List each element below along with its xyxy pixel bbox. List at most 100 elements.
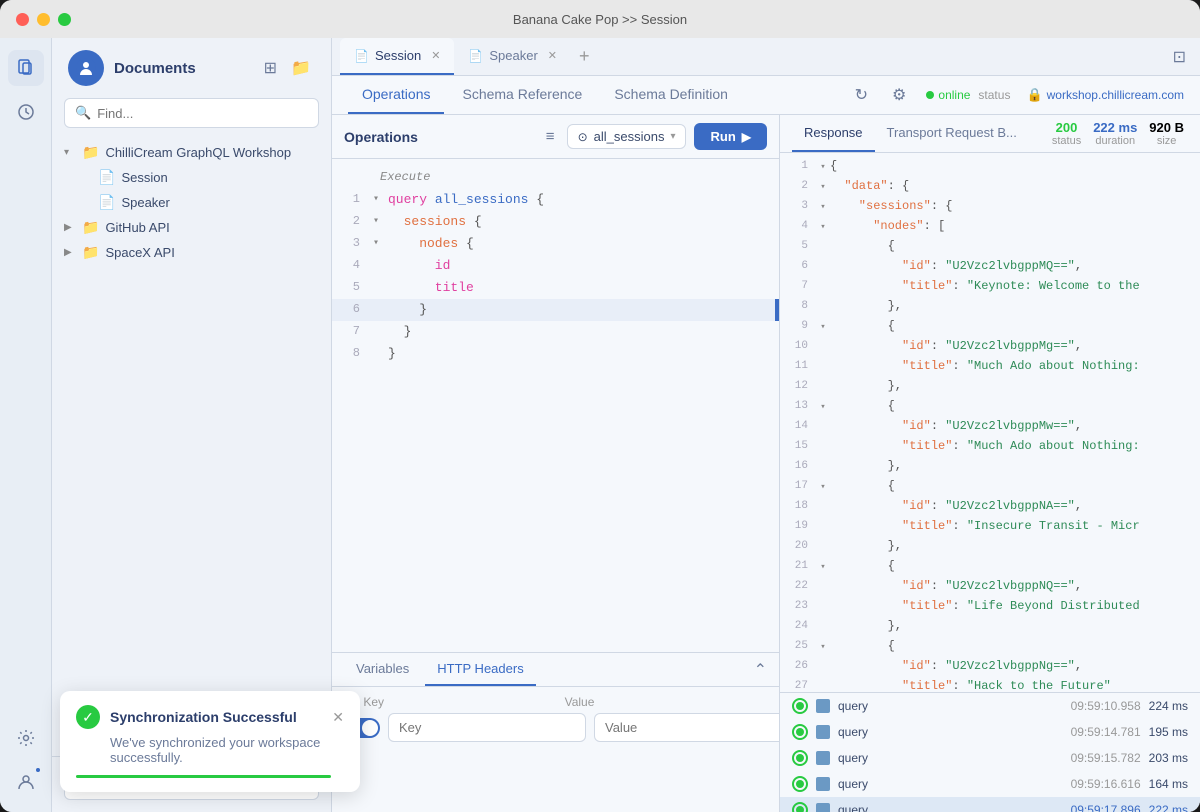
history-duration: 195 ms — [1149, 725, 1188, 739]
code-line-8: 8 } — [332, 343, 779, 365]
run-icon: ▶ — [742, 130, 751, 144]
editor-area: Operations ≡ ⊙ all_sessions ▾ Run ▶ — [332, 115, 1200, 812]
tab-http-headers[interactable]: HTTP Headers — [425, 653, 535, 686]
chevron-down-icon[interactable]: ▾ — [368, 236, 384, 252]
folder-chilliCreamWorkshop-item[interactable]: ▾ 📁 ChilliCream GraphQL Workshop — [52, 140, 331, 165]
endpoint-group: 🔒 workshop.chillicream.com — [1026, 87, 1184, 103]
refresh-button[interactable]: ↻ — [851, 81, 872, 109]
history-label: query — [838, 699, 1063, 713]
folder-githubApi-item[interactable]: ▶ 📁 GitHub API — [52, 215, 331, 240]
documents-icon[interactable] — [8, 50, 44, 86]
run-button[interactable]: Run ▶ — [694, 123, 767, 150]
search-input[interactable] — [97, 106, 308, 121]
history-label: query — [838, 777, 1063, 791]
http-header-input-row: ✕ — [344, 713, 767, 742]
new-folder-button[interactable]: 📁 — [287, 56, 315, 80]
stat-duration-label: duration — [1095, 135, 1135, 147]
file-session-item[interactable]: 📄 Session — [68, 165, 331, 190]
new-document-button[interactable]: ⊞ — [260, 56, 281, 80]
window-title: Banana Cake Pop >> Session — [513, 12, 687, 27]
history-label: query — [838, 803, 1063, 812]
json-line-27: 27 "title": "Hack to the Future" — [780, 677, 1200, 692]
code-line-5: 5 title — [332, 277, 779, 299]
json-line-8: 8 }, — [780, 297, 1200, 317]
history-duration: 222 ms — [1149, 803, 1188, 812]
tab-transport[interactable]: Transport Request B... — [875, 115, 1029, 152]
lock-icon: 🔒 — [1026, 87, 1042, 103]
history-item-5[interactable]: query 09:59:17.896 222 ms — [780, 797, 1200, 812]
bottom-tabs: Variables HTTP Headers ⌃ — [332, 653, 779, 687]
status-label: online — [938, 88, 970, 102]
user-icon[interactable] — [8, 764, 44, 800]
json-line-23: 23 "title": "Life Beyond Distributed — [780, 597, 1200, 617]
stat-size-label: size — [1157, 135, 1177, 147]
history-item-2[interactable]: query 09:59:14.781 195 ms — [780, 719, 1200, 745]
chevron-down-icon[interactable]: ▾ — [368, 214, 384, 230]
file-speaker-label: Speaker — [121, 195, 169, 210]
app-window: Banana Cake Pop >> Session — [0, 0, 1200, 812]
json-line-11: 11 "title": "Much Ado about Nothing: — [780, 357, 1200, 377]
line-number: 3 — [332, 234, 368, 253]
folder-githubApi-label: GitHub API — [105, 220, 169, 235]
history-time: 09:59:16.616 — [1071, 777, 1141, 791]
stat-size: 920 B size — [1149, 120, 1184, 147]
settings-button[interactable]: ⚙ — [888, 81, 910, 109]
history-item-3[interactable]: query 09:59:15.782 203 ms — [780, 745, 1200, 771]
app-logo — [68, 50, 104, 86]
http-value-input[interactable] — [594, 713, 779, 742]
file-speaker-item[interactable]: 📄 Speaker — [68, 190, 331, 215]
folder-githubApi: ▶ 📁 GitHub API — [52, 215, 331, 240]
tab-response[interactable]: Response — [792, 115, 875, 152]
http-key-input[interactable] — [388, 713, 586, 742]
nav-tab-schema-definition[interactable]: Schema Definition — [600, 76, 742, 114]
tab-variables[interactable]: Variables — [344, 653, 421, 686]
settings-icon[interactable] — [8, 720, 44, 756]
folder-chilliCreamWorkshop-children: 📄 Session 📄 Speaker — [52, 165, 331, 215]
history-icon[interactable] — [8, 94, 44, 130]
new-tab-button[interactable]: + — [571, 46, 598, 67]
file-icon: 📄 — [98, 169, 115, 186]
chevron-down-icon: ▾ — [670, 131, 675, 142]
search-box[interactable]: 🔍 — [64, 98, 319, 128]
format-button[interactable]: ≡ — [542, 126, 559, 147]
notification-close-button[interactable]: ✕ — [332, 709, 344, 726]
traffic-lights — [16, 13, 71, 26]
history-time: 09:59:15.782 — [1071, 751, 1141, 765]
history-list: query 09:59:10.958 224 ms query 09:59:14… — [780, 692, 1200, 812]
nav-tab-operations[interactable]: Operations — [348, 76, 444, 114]
tab-session-close[interactable]: ✕ — [431, 49, 440, 62]
code-line-2: 2 ▾ sessions { — [332, 211, 779, 233]
query-header: Operations ≡ ⊙ all_sessions ▾ Run ▶ — [332, 115, 779, 159]
tab-speaker-close[interactable]: ✕ — [548, 49, 557, 62]
collapse-icon[interactable]: ⌃ — [754, 660, 767, 680]
code-line-4: 4 id — [332, 255, 779, 277]
folder-spacexApi-item[interactable]: ▶ 📁 SpaceX API — [52, 240, 331, 265]
folder-spacexApi: ▶ 📁 SpaceX API — [52, 240, 331, 265]
run-button-label: Run — [710, 129, 735, 144]
tab-session[interactable]: 📄 Session ✕ — [340, 38, 454, 75]
maximize-button[interactable] — [58, 13, 71, 26]
tab-speaker[interactable]: 📄 Speaker ✕ — [454, 38, 571, 75]
session-selector[interactable]: ⊙ all_sessions ▾ — [567, 124, 687, 149]
search-icon: 🔍 — [75, 105, 91, 121]
history-duration: 164 ms — [1149, 777, 1188, 791]
code-editor[interactable]: Execute 1 ▾ query all_sessions { 2 ▾ ses… — [332, 159, 779, 652]
history-label: query — [838, 751, 1063, 765]
close-button[interactable] — [16, 13, 29, 26]
stat-status-value: 200 — [1056, 120, 1078, 135]
minimize-button[interactable] — [37, 13, 50, 26]
history-item-1[interactable]: query 09:59:10.958 224 ms — [780, 693, 1200, 719]
nav-tab-schema-reference[interactable]: Schema Reference — [448, 76, 596, 114]
history-item-4[interactable]: query 09:59:16.616 164 ms — [780, 771, 1200, 797]
tab-session-label: Session — [375, 48, 421, 63]
session-selector-label: all_sessions — [594, 129, 665, 144]
line-number: 7 — [332, 322, 368, 341]
file-icon: 📄 — [98, 194, 115, 211]
query-type-icon — [816, 803, 830, 812]
json-line-25: 25 ▾ { — [780, 637, 1200, 657]
split-editor-button[interactable]: ⊡ — [1167, 43, 1192, 71]
stat-size-value: 920 B — [1149, 120, 1184, 135]
query-type-icon — [816, 725, 830, 739]
json-line-16: 16 }, — [780, 457, 1200, 477]
chevron-down-icon[interactable]: ▾ — [368, 192, 384, 208]
